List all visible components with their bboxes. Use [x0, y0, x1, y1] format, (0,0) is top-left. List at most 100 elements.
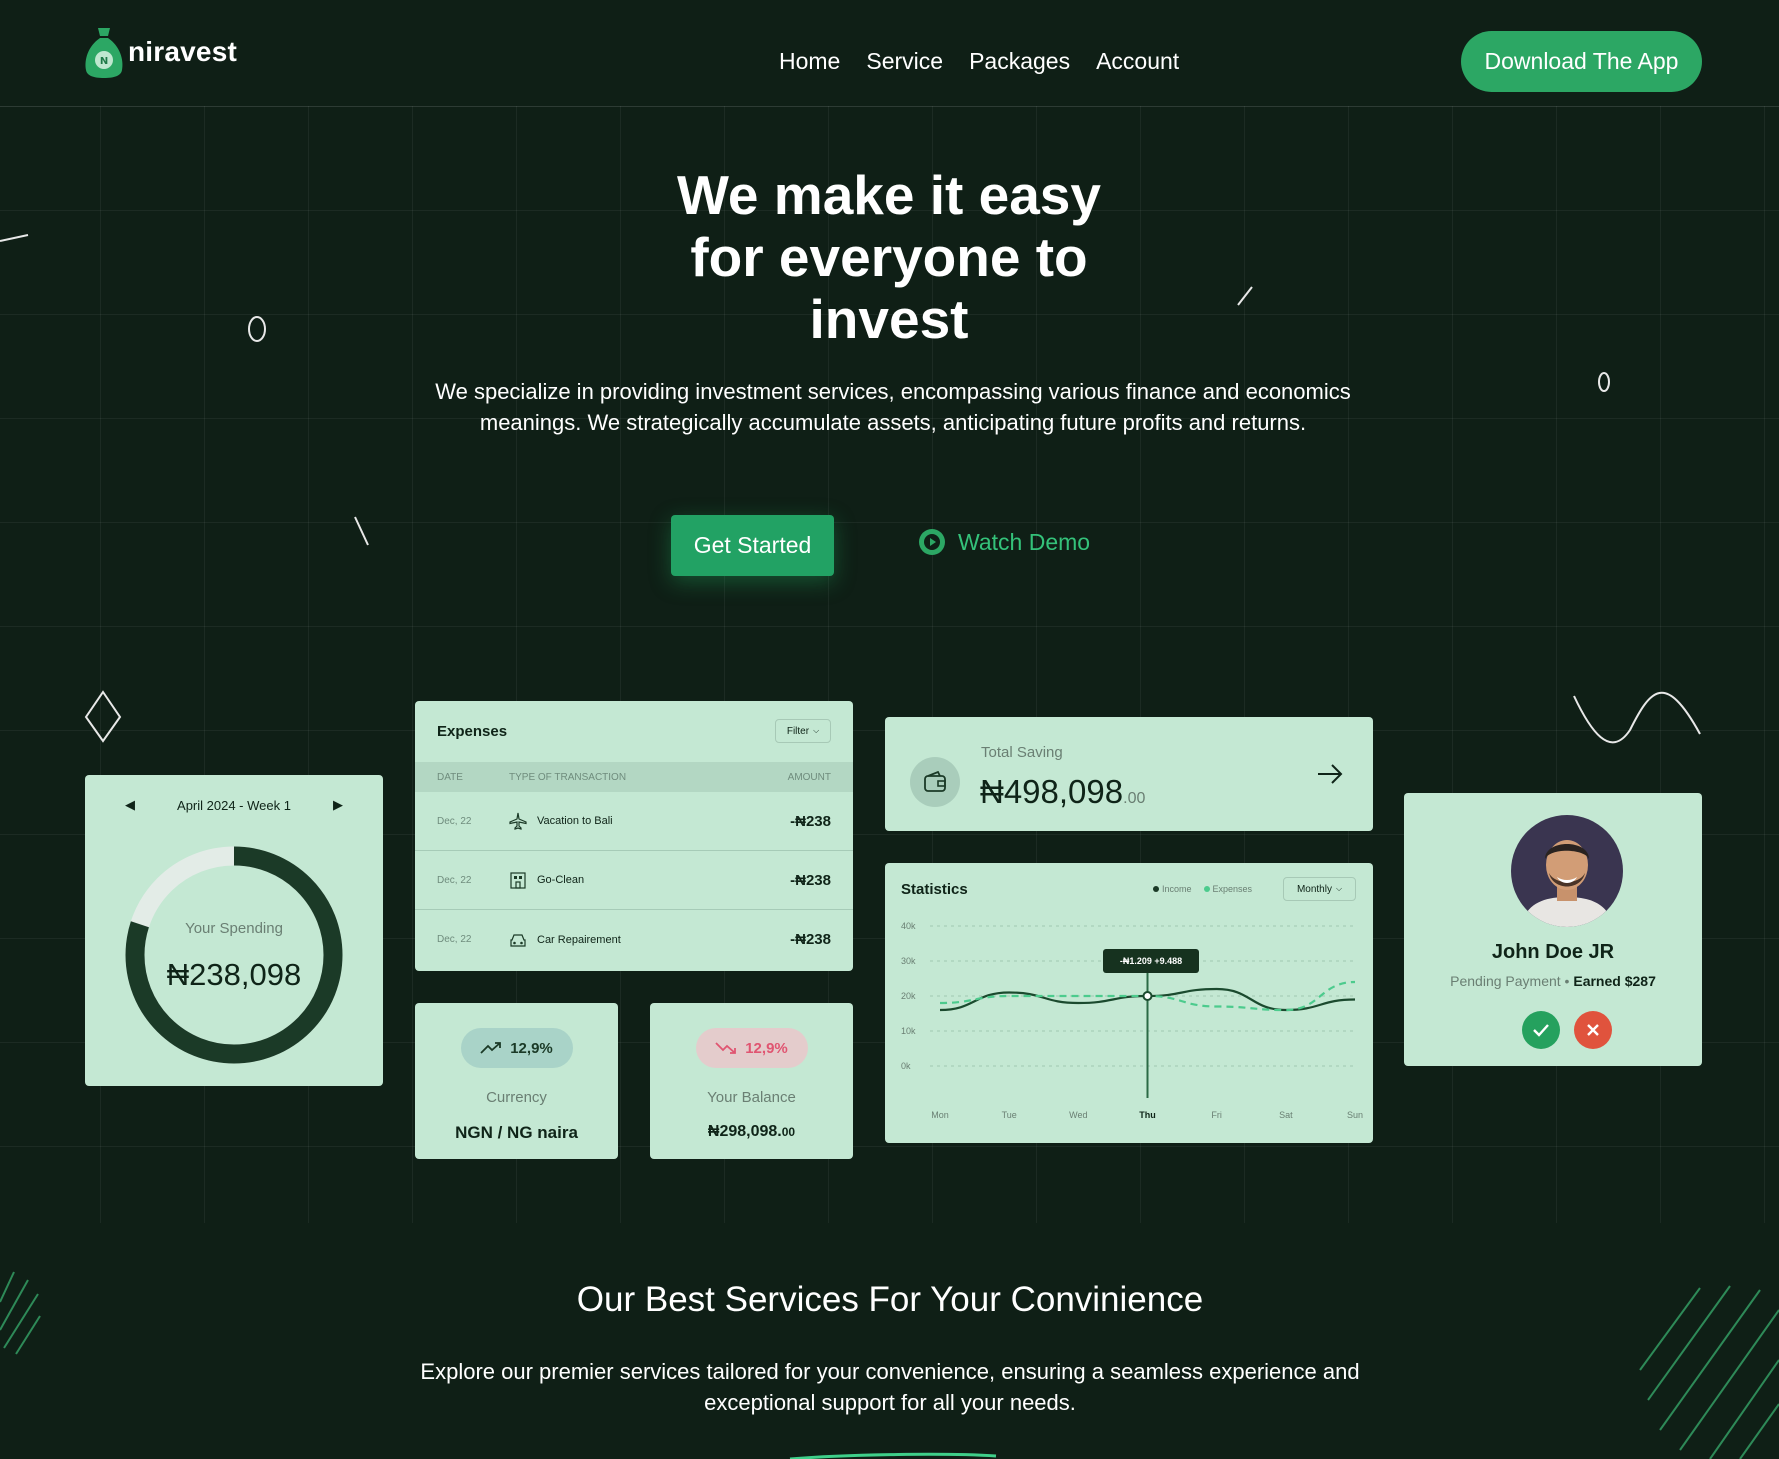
column-header: DATE	[437, 771, 463, 783]
x-tick-label: Thu	[1139, 1110, 1156, 1120]
x-tick-label: Fri	[1211, 1110, 1222, 1120]
x-tick-label: Sun	[1347, 1110, 1363, 1120]
statistics-chart: 40k 30k 20k 10k 0k Mon Tue Wed Thu Fri Sat Sun	[901, 921, 1363, 1120]
hero-title: We make it easy for everyone to invest	[589, 164, 1189, 350]
x-tick-label: Mon	[931, 1110, 949, 1120]
x-tick-label: Tue	[1002, 1110, 1017, 1120]
saving-cents: .00	[1123, 790, 1146, 807]
expenses-card: Expenses Filter ⌵ DATE TYPE OF TRANSACTI…	[415, 701, 853, 971]
week-label: April 2024 - Week 1	[177, 797, 291, 813]
balance-card: 12,9% Your Balance ₦298,098.00	[650, 1003, 853, 1159]
next-week-icon[interactable]: ▶	[333, 797, 343, 813]
balance-change-badge: 12,9%	[695, 1028, 808, 1068]
car-icon	[510, 933, 526, 947]
payment-status: Pending Payment	[1450, 973, 1561, 989]
nav-link-packages[interactable]: Packages	[969, 48, 1070, 75]
row-type: Car Repairement	[537, 933, 621, 946]
hero-title-line: for everyone to	[690, 226, 1088, 288]
prev-week-icon[interactable]: ◀	[125, 797, 135, 813]
nav-link-account[interactable]: Account	[1096, 48, 1179, 75]
download-app-button[interactable]: Download The App	[1461, 31, 1702, 92]
filter-dropdown[interactable]: Filter ⌵	[775, 719, 831, 743]
hero-title-line: We make it easy	[677, 164, 1101, 226]
watch-demo-label: Watch Demo	[958, 528, 1091, 555]
row-amount: -₦238	[790, 931, 831, 948]
earned-amount: Earned $287	[1573, 973, 1656, 989]
column-header: TYPE OF TRANSACTION	[509, 771, 627, 783]
table-row[interactable]: Dec, 22 Go-Clean -₦238	[415, 851, 853, 910]
arrow-right-icon[interactable]	[1317, 763, 1343, 785]
table-row[interactable]: Dec, 22 Car Repairement -₦238	[415, 910, 853, 969]
row-date: Dec, 22	[437, 815, 472, 827]
profile-name: John Doe JR	[1491, 941, 1615, 963]
y-tick-label: 10k	[901, 1026, 916, 1036]
column-header: AMOUNT	[787, 771, 831, 783]
table-row[interactable]: Dec, 22 Vacation to Bali -₦238	[415, 792, 853, 851]
svg-text:N: N	[100, 56, 108, 67]
week-selector: ◀ April 2024 - Week 1 ▶	[85, 797, 383, 813]
row-type: Go-Clean	[537, 874, 585, 886]
building-icon	[510, 872, 526, 889]
spending-card: ◀ April 2024 - Week 1 ▶ Your Spending ₦2…	[85, 775, 383, 1086]
avatar	[1511, 815, 1623, 927]
balance-amount: ₦298,098.	[707, 1123, 782, 1140]
services-title: Our Best Services For Your Convinience	[576, 1280, 1204, 1319]
row-type: Vacation to Bali	[537, 815, 613, 827]
nav-link-service[interactable]: Service	[866, 48, 943, 75]
currency-change: 12,9%	[510, 1039, 553, 1057]
balance-change: 12,9%	[745, 1039, 788, 1057]
brand-name: niravest	[128, 36, 237, 67]
row-date: Dec, 22	[437, 874, 472, 886]
balance-label: Your Balance	[707, 1089, 796, 1106]
balance-value: ₦298,098.00	[650, 1123, 853, 1141]
spending-amount: ₦238,098	[166, 957, 302, 992]
y-tick-label: 0k	[901, 1061, 911, 1071]
trend-down-icon	[715, 1042, 737, 1054]
saving-label: Total Saving	[981, 744, 1063, 761]
hero-description: We specialize in providing investment se…	[435, 379, 1351, 435]
saving-amount: ₦498,098.00	[980, 773, 1145, 811]
approve-button[interactable]	[1522, 1011, 1560, 1049]
saving-value: ₦498,098	[980, 773, 1124, 810]
row-amount: -₦238	[790, 871, 831, 889]
money-bag-icon: N	[85, 28, 123, 78]
row-amount: -₦238	[790, 812, 831, 830]
expenses-table-header: DATE TYPE OF TRANSACTION AMOUNT	[415, 762, 853, 792]
wallet-icon	[910, 757, 960, 807]
spending-donut	[125, 846, 343, 1064]
spending-label: Your Spending	[185, 920, 283, 937]
hero-title-line: invest	[809, 288, 969, 350]
filter-label: Filter	[786, 725, 810, 737]
logo[interactable]: N niravest	[84, 26, 237, 78]
x-tick-label: Wed	[1069, 1110, 1087, 1120]
airplane-icon	[509, 812, 527, 830]
navbar: N niravest Home Service Packages Account…	[0, 0, 1779, 106]
y-tick-label: 30k	[901, 956, 916, 966]
row-date: Dec, 22	[437, 934, 472, 945]
y-tick-label: 40k	[901, 921, 916, 931]
expenses-title: Expenses	[437, 723, 508, 740]
balance-cents: 00	[781, 1125, 796, 1139]
total-saving-card: Total Saving ₦498,098.00	[885, 717, 1373, 831]
profile-status: Pending Payment • Earned $287	[1450, 973, 1656, 989]
chevron-down-icon: ⌵	[813, 726, 820, 735]
trend-up-icon	[480, 1042, 502, 1054]
reject-button[interactable]	[1574, 1011, 1612, 1049]
currency-label: Currency	[486, 1089, 547, 1106]
currency-card: 12,9% Currency NGN / NG naira	[415, 1003, 618, 1159]
profile-card: John Doe JR Pending Payment • Earned $28…	[1404, 793, 1702, 1066]
play-icon	[919, 529, 945, 555]
highlight-point	[1142, 991, 1153, 1001]
y-tick-label: 20k	[901, 991, 916, 1001]
get-started-button[interactable]: Get Started	[671, 515, 834, 576]
currency-change-badge: 12,9%	[460, 1028, 573, 1068]
services-description: Explore our premier services tailored fo…	[420, 1359, 1360, 1415]
nav-link-home[interactable]: Home	[779, 48, 840, 75]
main-menu: Home Service Packages Account	[779, 48, 1179, 75]
currency-value: NGN / NG naira	[455, 1123, 578, 1142]
watch-demo-button[interactable]: Watch Demo	[918, 528, 1090, 556]
x-tick-label: Sat	[1279, 1110, 1293, 1120]
close-icon	[1587, 1024, 1599, 1036]
statistics-card: Statistics Income Expenses Monthly ⌵ 40k…	[885, 863, 1373, 1143]
chart-tooltip: -₦1.209 +9.488	[1103, 949, 1199, 973]
